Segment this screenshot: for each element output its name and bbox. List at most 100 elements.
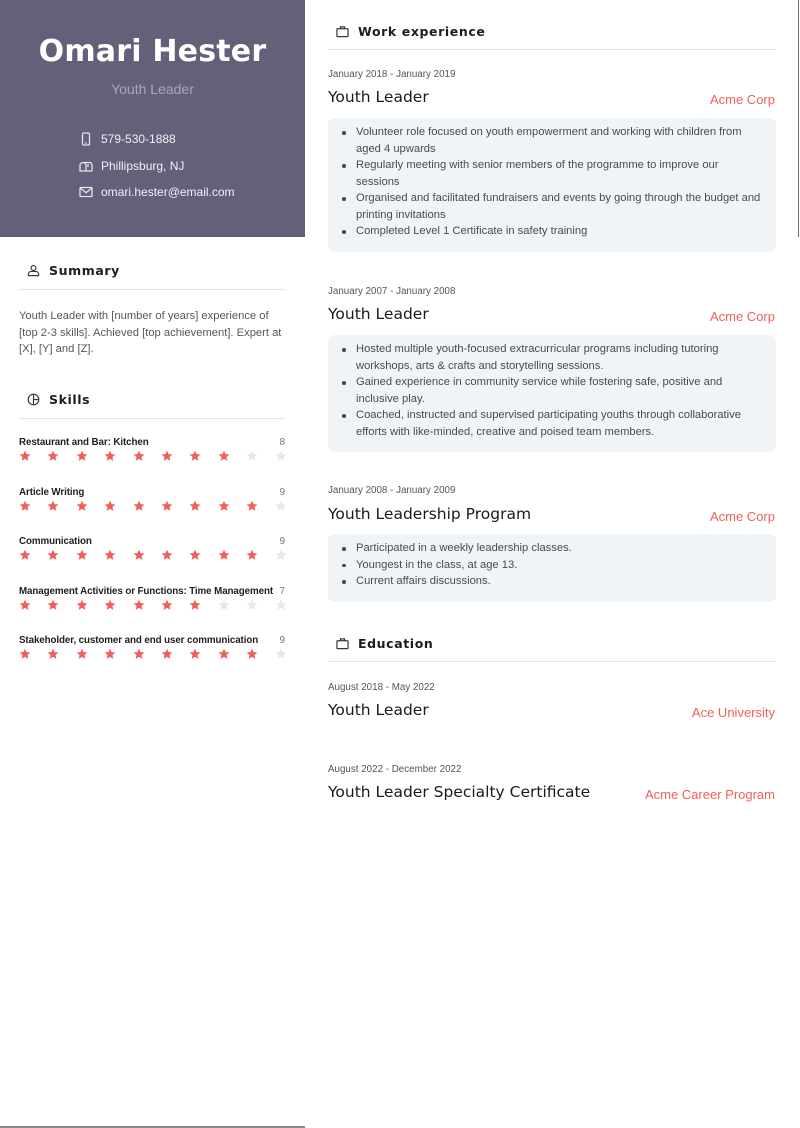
person-icon xyxy=(26,264,40,278)
star-filled-icon xyxy=(47,450,59,462)
star-empty-icon xyxy=(275,500,287,512)
contact-phone: 579-530-1888 xyxy=(78,126,235,153)
star-filled-icon xyxy=(19,648,31,660)
star-empty-icon xyxy=(275,549,287,561)
star-filled-icon xyxy=(246,549,258,561)
entry-dates: January 2018 - January 2019 xyxy=(328,69,456,80)
contact-location: Phillipsburg, NJ xyxy=(78,153,235,180)
bullet-item: Youngest in the class, at age 13. xyxy=(342,557,762,574)
summary-divider xyxy=(19,289,285,290)
star-filled-icon xyxy=(161,648,173,660)
work-section-header: Work experience xyxy=(335,24,485,39)
star-filled-icon xyxy=(76,450,88,462)
skills-section-header: Skills xyxy=(26,392,90,407)
star-empty-icon xyxy=(275,450,287,462)
skill-star-rating xyxy=(19,500,287,514)
briefcase-icon xyxy=(335,25,349,39)
star-filled-icon xyxy=(246,500,258,512)
star-filled-icon xyxy=(161,549,173,561)
star-filled-icon xyxy=(161,500,173,512)
star-filled-icon xyxy=(133,599,145,611)
candidate-role: Youth Leader xyxy=(111,81,194,97)
skill-name: Management Activities or Functions: Time… xyxy=(19,586,274,597)
entry-dates: August 2018 - May 2022 xyxy=(328,682,435,693)
star-filled-icon xyxy=(133,450,145,462)
star-filled-icon xyxy=(218,648,230,660)
star-empty-icon xyxy=(275,599,287,611)
star-filled-icon xyxy=(161,599,173,611)
phone-number[interactable]: 579-530-1888 xyxy=(101,132,176,146)
page-edge-divider xyxy=(798,0,799,237)
entry-title: Youth Leader xyxy=(328,88,429,106)
star-filled-icon xyxy=(104,648,116,660)
pie-chart-icon xyxy=(26,393,40,407)
phone-icon xyxy=(78,131,94,147)
bullet-item: Coached, instructed and supervised parti… xyxy=(342,407,762,440)
entry-description: Participated in a weekly leadership clas… xyxy=(328,534,776,602)
bullet-item: Organised and facilitated fundraisers an… xyxy=(342,190,762,223)
star-filled-icon xyxy=(133,500,145,512)
skills-title: Skills xyxy=(49,392,91,407)
star-filled-icon xyxy=(246,648,258,660)
star-filled-icon xyxy=(76,500,88,512)
briefcase-icon xyxy=(335,637,349,651)
bullet-item: Completed Level 1 Certificate in safety … xyxy=(342,223,762,240)
location: Phillipsburg, NJ xyxy=(101,158,185,173)
skills-divider xyxy=(19,418,285,419)
star-filled-icon xyxy=(47,500,59,512)
skill-rating-value: 8 xyxy=(279,437,285,448)
contact-email: omari.hester@email.com xyxy=(78,179,235,206)
skill-rating-value: 9 xyxy=(279,536,285,547)
star-filled-icon xyxy=(76,599,88,611)
star-filled-icon xyxy=(47,648,59,660)
work-divider xyxy=(328,49,776,50)
star-empty-icon xyxy=(275,648,287,660)
summary-text: Youth Leader with [number of years] expe… xyxy=(19,310,282,355)
entry-title: Youth Leader Specialty Certificate xyxy=(328,783,591,801)
entry-title: Youth Leader xyxy=(328,305,429,323)
star-filled-icon xyxy=(47,549,59,561)
star-filled-icon xyxy=(218,500,230,512)
summary-title: Summary xyxy=(49,263,120,278)
entry-dates: January 2008 - January 2009 xyxy=(328,485,456,496)
skill-star-rating xyxy=(19,549,287,563)
entry-organization: Acme Corp xyxy=(709,309,775,324)
location-mailbox-icon xyxy=(78,158,94,174)
bullet-item: Current affairs discussions. xyxy=(342,573,762,590)
star-filled-icon xyxy=(218,549,230,561)
star-filled-icon xyxy=(189,450,201,462)
entry-title: Youth Leadership Program xyxy=(328,505,532,523)
star-filled-icon xyxy=(104,450,116,462)
star-filled-icon xyxy=(104,500,116,512)
star-empty-icon xyxy=(218,599,230,611)
skill-star-rating xyxy=(19,648,287,662)
email-icon xyxy=(78,184,94,200)
star-filled-icon xyxy=(161,450,173,462)
star-filled-icon xyxy=(189,599,201,611)
skill-rating-value: 7 xyxy=(279,586,285,597)
summary-section-header: Summary xyxy=(26,263,120,278)
entry-description: Hosted multiple youth-focused extracurri… xyxy=(328,335,776,452)
star-filled-icon xyxy=(218,450,230,462)
star-filled-icon xyxy=(47,599,59,611)
skill-rating-value: 9 xyxy=(279,635,285,646)
email-address[interactable]: omari.hester@email.com xyxy=(101,185,235,199)
skill-name: Article Writing xyxy=(19,487,85,498)
profile-header: Omari Hester Youth Leader 579-530-1888 P… xyxy=(0,0,305,237)
star-filled-icon xyxy=(189,549,201,561)
entry-description: Volunteer role focused on youth empowerm… xyxy=(328,118,776,252)
skill-name: Stakeholder, customer and end user commu… xyxy=(19,635,259,646)
star-empty-icon xyxy=(246,599,258,611)
entry-title: Youth Leader xyxy=(328,701,429,719)
bullet-item: Regularly meeting with senior members of… xyxy=(342,157,762,190)
star-filled-icon xyxy=(133,648,145,660)
star-filled-icon xyxy=(133,549,145,561)
skill-star-rating xyxy=(19,450,287,464)
entry-dates: January 2007 - January 2008 xyxy=(328,286,456,297)
skill-name: Communication xyxy=(19,536,92,547)
candidate-name: Omari Hester xyxy=(38,34,267,69)
star-filled-icon xyxy=(19,500,31,512)
star-filled-icon xyxy=(76,648,88,660)
work-title: Work experience xyxy=(358,24,486,39)
contact-list: 579-530-1888 Phillipsburg, NJ omari.hest… xyxy=(78,126,235,206)
